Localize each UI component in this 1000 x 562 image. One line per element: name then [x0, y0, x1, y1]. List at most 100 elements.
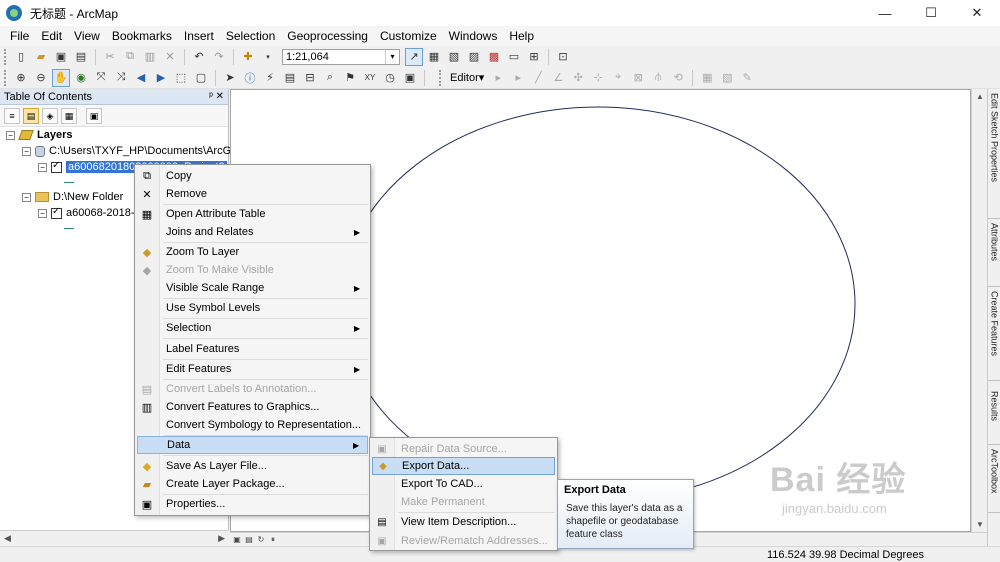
- toolbar-grip[interactable]: [4, 48, 7, 65]
- time-slider-icon[interactable]: ◷: [381, 69, 399, 87]
- menu-edit[interactable]: Edit: [35, 26, 68, 46]
- list-by-drawing-order-icon[interactable]: ≡: [4, 107, 20, 124]
- dock-tab-attributes[interactable]: Attributes: [988, 221, 1000, 287]
- list-by-visibility-icon[interactable]: ◈: [42, 107, 58, 124]
- go-to-xy-icon[interactable]: XY: [361, 69, 379, 87]
- editor-menu-button[interactable]: Editor▾: [446, 71, 488, 84]
- menu-bookmarks[interactable]: Bookmarks: [106, 26, 178, 46]
- submenu-item-export-data[interactable]: ◆ Export Data...: [372, 457, 555, 475]
- collapse-icon[interactable]: −: [38, 208, 47, 218]
- zoom-out-icon[interactable]: ⊖: [32, 69, 50, 87]
- menu-item-convert-symbology[interactable]: Convert Symbology to Representation...: [137, 416, 368, 434]
- select-features-icon[interactable]: ⬚: [172, 69, 190, 87]
- copy-icon[interactable]: ⧉: [121, 48, 139, 66]
- menu-item-remove[interactable]: ✕ Remove: [137, 185, 368, 203]
- toolbar-grip[interactable]: [439, 69, 442, 86]
- viewer-window-icon[interactable]: ▣: [401, 69, 419, 87]
- dock-tab-create-features[interactable]: Create Features: [988, 289, 1000, 381]
- measure-icon[interactable]: ⊟: [301, 69, 319, 87]
- toc-options-icon[interactable]: ▣: [86, 107, 102, 124]
- collapse-icon[interactable]: −: [38, 162, 47, 172]
- menu-geoprocessing[interactable]: Geoprocessing: [281, 26, 374, 46]
- scroll-down-icon[interactable]: ▼: [976, 520, 984, 529]
- back-extent-icon[interactable]: ◀: [132, 69, 150, 87]
- model-builder-icon[interactable]: ⊞: [525, 48, 543, 66]
- submenu-item-export-to-cad[interactable]: Export To CAD...: [372, 475, 555, 493]
- dock-tab-results[interactable]: Results: [988, 389, 1000, 445]
- menu-item-copy[interactable]: ⧉ Copy: [137, 167, 368, 185]
- scroll-up-icon[interactable]: ▲: [976, 92, 984, 101]
- zoom-in-icon[interactable]: ⊕: [12, 69, 30, 87]
- cut-icon[interactable]: ✂: [101, 48, 119, 66]
- close-button[interactable]: ✕: [954, 0, 1000, 26]
- menu-item-edit-features[interactable]: Edit Features ▶: [137, 360, 368, 378]
- find-route-icon[interactable]: ⚑: [341, 69, 359, 87]
- dock-tab-edit-sketch[interactable]: Edit Sketch Properties: [988, 91, 1000, 219]
- clear-selection-icon[interactable]: ▢: [192, 69, 210, 87]
- toc-header-controls[interactable]: ᵖ ✕: [209, 89, 224, 105]
- menu-customize[interactable]: Customize: [374, 26, 443, 46]
- python-icon[interactable]: ▭: [505, 48, 523, 66]
- menu-item-visible-scale-range[interactable]: Visible Scale Range ▶: [137, 279, 368, 297]
- dock-tab-arctoolbox[interactable]: ArcToolbox: [988, 447, 1000, 513]
- full-extent-icon[interactable]: ◉: [72, 69, 90, 87]
- undo-icon[interactable]: ↶: [190, 48, 208, 66]
- menu-item-use-symbol-levels[interactable]: Use Symbol Levels: [137, 299, 368, 317]
- minimize-button[interactable]: —: [862, 0, 908, 26]
- menu-item-convert-features-to-graphics[interactable]: ▥ Convert Features to Graphics...: [137, 398, 368, 416]
- menu-windows[interactable]: Windows: [443, 26, 504, 46]
- menu-item-selection[interactable]: Selection ▶: [137, 319, 368, 337]
- fixed-zoom-in-icon[interactable]: ⤧: [92, 69, 110, 87]
- menu-item-label-features[interactable]: Label Features: [137, 340, 368, 358]
- delete-icon[interactable]: ✕: [161, 48, 179, 66]
- menu-item-open-attribute-table[interactable]: ▦ Open Attribute Table: [137, 205, 368, 223]
- paste-icon[interactable]: ▥: [141, 48, 159, 66]
- tree-folder-1[interactable]: − C:\Users\TXYF_HP\Documents\ArcGIS: [22, 143, 242, 159]
- data-view-icon[interactable]: ▣: [232, 535, 242, 545]
- collapse-icon[interactable]: −: [22, 192, 31, 202]
- map-scale-input[interactable]: 1:21,064 ▾: [282, 48, 400, 65]
- chevron-down-icon[interactable]: ▾: [385, 49, 399, 64]
- menu-view[interactable]: View: [68, 26, 106, 46]
- menu-item-joins-and-relates[interactable]: Joins and Relates ▶: [137, 223, 368, 241]
- dropdown-arrow-icon[interactable]: ▾: [259, 48, 277, 66]
- menu-file[interactable]: File: [4, 26, 35, 46]
- layer-visibility-checkbox[interactable]: [51, 160, 62, 173]
- catalog-icon[interactable]: ▧: [445, 48, 463, 66]
- search-window-icon[interactable]: ▨: [465, 48, 483, 66]
- new-document-icon[interactable]: ▯: [12, 48, 30, 66]
- menu-item-zoom-to-layer[interactable]: ◆ Zoom To Layer: [137, 243, 368, 261]
- tree-layers-root[interactable]: − Layers: [6, 127, 72, 143]
- redo-icon[interactable]: ↷: [210, 48, 228, 66]
- window-icon[interactable]: ▦: [425, 48, 443, 66]
- pan-icon[interactable]: ✋: [52, 68, 70, 87]
- hyperlink-icon[interactable]: ⚡: [261, 69, 279, 87]
- refresh-icon[interactable]: ↻: [256, 535, 266, 545]
- scroll-left-icon[interactable]: ◀: [4, 533, 11, 544]
- list-by-source-icon[interactable]: ▤: [23, 107, 39, 124]
- help-icon[interactable]: ⊡: [554, 48, 572, 66]
- toolbar-grip[interactable]: [4, 69, 7, 86]
- collapse-icon[interactable]: −: [22, 146, 31, 156]
- html-popup-icon[interactable]: ▤: [281, 69, 299, 87]
- menu-item-data[interactable]: Data ▶: [137, 436, 368, 454]
- menu-item-create-layer-package[interactable]: ▰ Create Layer Package...: [137, 475, 368, 493]
- menu-help[interactable]: Help: [503, 26, 540, 46]
- menu-item-properties[interactable]: ▣ Properties...: [137, 495, 368, 513]
- scroll-right-icon[interactable]: ▶: [218, 533, 225, 544]
- open-folder-icon[interactable]: ▰: [32, 48, 50, 66]
- select-elements-icon[interactable]: ➤: [221, 69, 239, 87]
- maximize-button[interactable]: ☐: [908, 0, 954, 26]
- tree-folder-2[interactable]: − D:\New Folder: [22, 189, 123, 205]
- forward-extent-icon[interactable]: ▶: [152, 69, 170, 87]
- map-vertical-scrollbar[interactable]: ▲ ▼: [971, 89, 987, 532]
- menu-insert[interactable]: Insert: [178, 26, 220, 46]
- toc-horizontal-scrollbar[interactable]: ◀ ▶: [0, 530, 229, 546]
- arctoolbox-icon[interactable]: ▩: [485, 48, 503, 66]
- layer-visibility-checkbox[interactable]: [51, 206, 62, 219]
- print-icon[interactable]: ▤: [72, 48, 90, 66]
- submenu-item-view-item-description[interactable]: ▤ View Item Description...: [372, 513, 555, 531]
- layout-view-icon[interactable]: ▤: [244, 535, 254, 545]
- fixed-zoom-out-icon[interactable]: ⤨: [112, 69, 130, 87]
- menu-item-save-as-layer-file[interactable]: ◆ Save As Layer File...: [137, 457, 368, 475]
